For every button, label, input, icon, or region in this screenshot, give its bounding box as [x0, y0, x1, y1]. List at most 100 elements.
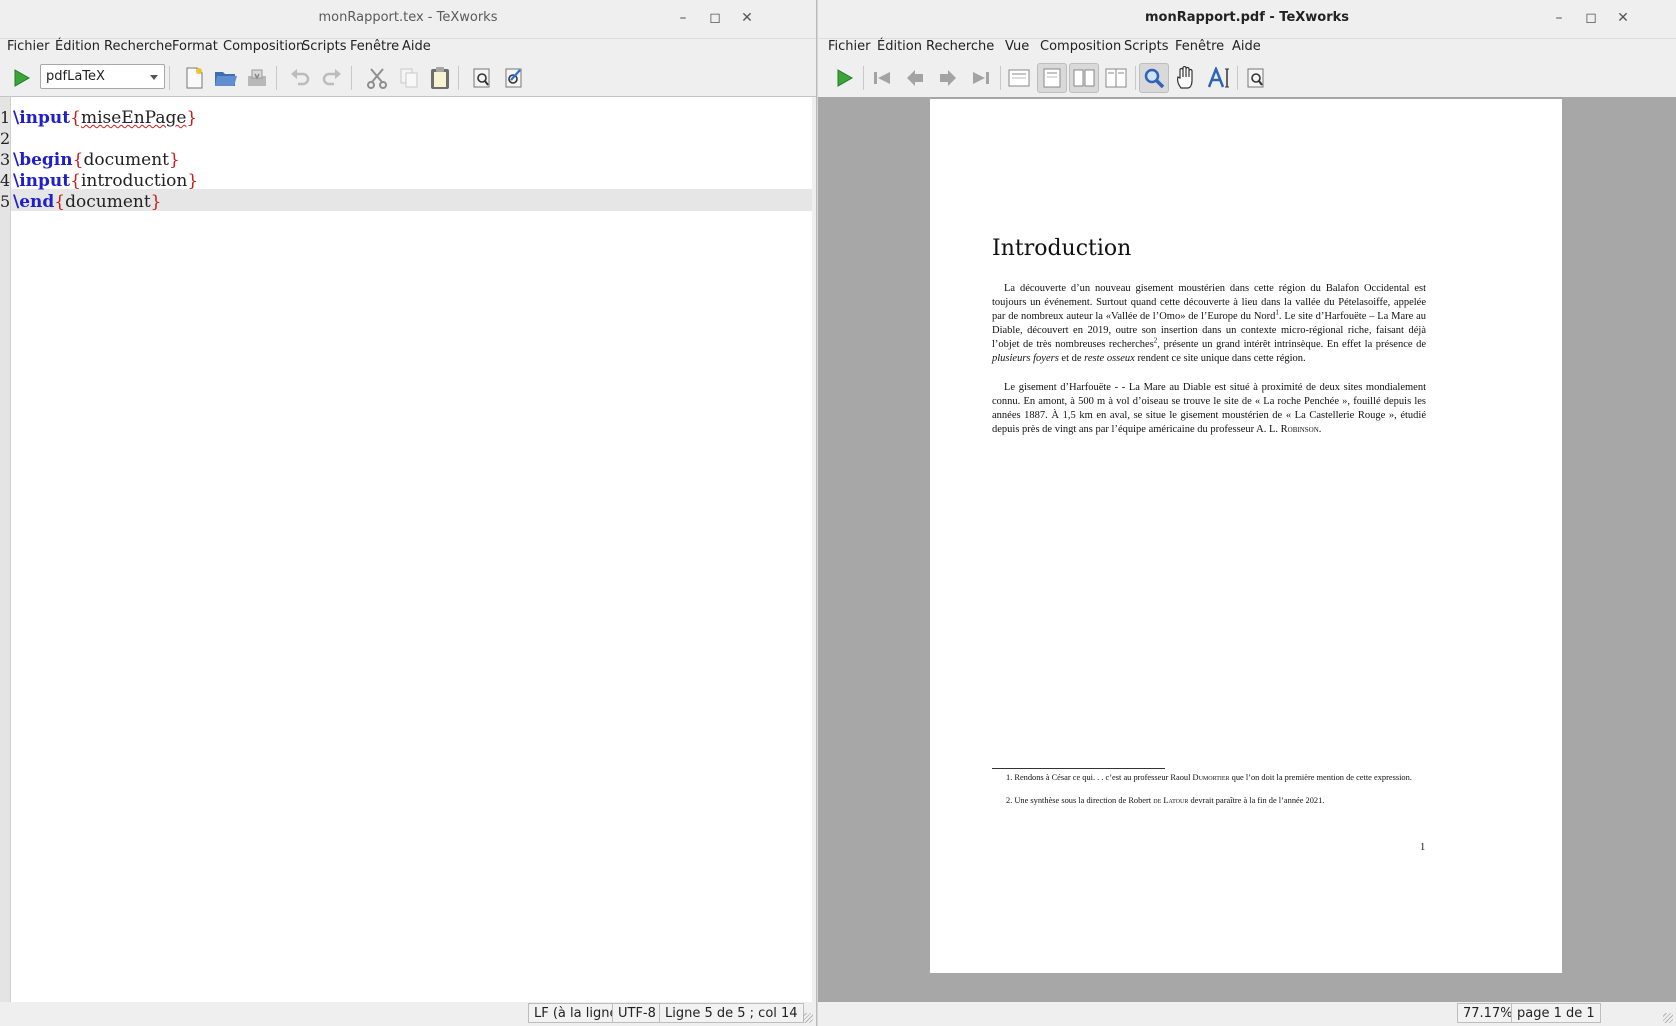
- menu-scripts[interactable]: Scripts: [302, 39, 346, 54]
- continuous-two-pages-icon[interactable]: [1101, 63, 1131, 93]
- page-indicator[interactable]: page 1 de 1: [1511, 1003, 1601, 1023]
- paste-icon[interactable]: [425, 63, 455, 93]
- last-page-icon[interactable]: [966, 63, 996, 93]
- command-argument: document: [65, 192, 151, 212]
- footnote-rule: [992, 768, 1165, 769]
- chevron-down-icon: [150, 75, 158, 80]
- menu-edition[interactable]: Édition: [877, 39, 922, 54]
- editor-menubar: Fichier Édition Recherche Format Composi…: [0, 38, 816, 58]
- resize-grip[interactable]: [803, 1013, 813, 1023]
- pdf-menubar: Fichier Édition Recherche Vue Compositio…: [818, 38, 1676, 58]
- next-page-icon[interactable]: [933, 63, 963, 93]
- brace: }: [169, 150, 180, 170]
- menu-fenetre[interactable]: Fenêtre: [1175, 39, 1224, 54]
- pdf-heading: Introduction: [992, 236, 1132, 261]
- latex-command: \input: [13, 171, 71, 191]
- engine-select-value: pdfLaTeX: [46, 69, 105, 84]
- close-icon[interactable]: ✕: [1612, 8, 1634, 28]
- engine-select[interactable]: pdfLaTeX: [40, 64, 165, 89]
- code-line[interactable]: 3 \begin{document}: [0, 149, 812, 171]
- pdf-statusbar: 77.17% page 1 de 1: [818, 1002, 1676, 1026]
- menu-format[interactable]: Format: [172, 39, 218, 54]
- text-select-tool-icon[interactable]: [1204, 63, 1234, 93]
- menu-recherche[interactable]: Recherche: [926, 39, 994, 54]
- footnote: 1. Rendons à César ce qui. . . c’est au …: [1006, 773, 1412, 782]
- latex-command: \input: [13, 108, 71, 128]
- brace: {: [70, 171, 81, 191]
- undo-icon[interactable]: [285, 63, 315, 93]
- typeset-icon[interactable]: [829, 63, 859, 93]
- close-icon[interactable]: ✕: [736, 8, 758, 28]
- menu-fichier[interactable]: Fichier: [828, 39, 871, 54]
- menu-fenetre[interactable]: Fenêtre: [350, 39, 399, 54]
- maximize-icon[interactable]: ◻: [704, 8, 726, 28]
- single-page-icon[interactable]: [1004, 63, 1034, 93]
- brace: {: [72, 150, 84, 170]
- code-line-current[interactable]: 5 \end{document}: [0, 191, 812, 213]
- command-argument: introduction: [80, 171, 188, 191]
- pdf-viewer[interactable]: Introduction La découverte d’un nouveau …: [818, 97, 1676, 1002]
- menu-aide[interactable]: Aide: [402, 39, 431, 54]
- page-number: 1: [1420, 842, 1426, 853]
- menu-vue[interactable]: Vue: [1005, 39, 1029, 54]
- editor-statusbar: LF (à la ligne) UTF-8 Ligne 5 de 5 ; col…: [0, 1002, 816, 1026]
- pdf-window: monRapport.pdf - TeXworks – ◻ ✕ Fichier …: [818, 0, 1676, 1026]
- latex-command: \begin: [13, 150, 73, 170]
- menu-composition[interactable]: Composition: [223, 39, 304, 54]
- typeset-icon[interactable]: [6, 63, 36, 93]
- menu-edition[interactable]: Édition: [55, 39, 100, 54]
- line-number: 2: [0, 129, 11, 148]
- cut-icon[interactable]: [362, 63, 392, 93]
- save-icon[interactable]: [242, 63, 272, 93]
- line-number: 4: [0, 171, 11, 190]
- hand-tool-icon[interactable]: [1171, 63, 1201, 93]
- maximize-icon[interactable]: ◻: [1580, 8, 1602, 28]
- first-page-icon[interactable]: [867, 63, 897, 93]
- brace: {: [54, 192, 66, 212]
- zoom-level[interactable]: 77.17%: [1457, 1003, 1519, 1023]
- copy-icon[interactable]: [394, 63, 424, 93]
- pdf-paragraph: La découverte d’un nouveau gisement mous…: [992, 283, 1426, 364]
- editor-titlebar: monRapport.tex - TeXworks – ◻ ✕: [0, 0, 816, 39]
- code-line[interactable]: 1 \input{miseEnPage}: [0, 107, 812, 129]
- two-pages-icon[interactable]: [1069, 63, 1099, 93]
- line-number-gutter: [0, 97, 11, 1003]
- pdf-paragraph: Le gisement d’Harfouëte - - La Mare au D…: [992, 382, 1426, 435]
- line-number: 1: [0, 108, 11, 127]
- editor-scrollbar[interactable]: [812, 97, 816, 1003]
- previous-page-icon[interactable]: [900, 63, 930, 93]
- encoding-indicator[interactable]: UTF-8: [612, 1003, 662, 1023]
- menu-scripts[interactable]: Scripts: [1124, 39, 1168, 54]
- replace-icon[interactable]: [499, 63, 529, 93]
- magnify-tool-icon[interactable]: [1139, 63, 1169, 93]
- brace: }: [186, 108, 198, 128]
- new-file-icon[interactable]: [179, 63, 209, 93]
- latex-command: \end: [13, 192, 55, 212]
- resize-grip[interactable]: [1663, 1013, 1673, 1023]
- footnote: 2. Une synthèse sous la direction de Rob…: [1006, 796, 1325, 805]
- minimize-icon[interactable]: –: [672, 8, 694, 28]
- continuous-page-icon[interactable]: [1037, 63, 1067, 93]
- find-icon[interactable]: [467, 63, 497, 93]
- find-icon[interactable]: [1241, 63, 1271, 93]
- menu-aide[interactable]: Aide: [1232, 39, 1261, 54]
- menu-fichier[interactable]: Fichier: [7, 39, 50, 54]
- code-editor[interactable]: 1 \input{miseEnPage} 2 3 \begin{document…: [0, 96, 816, 1003]
- command-argument: document: [83, 150, 170, 170]
- pdf-titlebar: monRapport.pdf - TeXworks – ◻ ✕: [818, 0, 1676, 39]
- code-line[interactable]: 2: [0, 128, 812, 150]
- brace: }: [150, 192, 162, 212]
- line-number: 3: [0, 150, 11, 169]
- redo-icon[interactable]: [317, 63, 347, 93]
- cursor-position[interactable]: Ligne 5 de 5 ; col 14: [659, 1003, 804, 1023]
- code-line[interactable]: 4 \input{introduction}: [0, 170, 812, 192]
- menu-recherche[interactable]: Recherche: [104, 39, 172, 54]
- command-argument: miseEnPage: [80, 108, 187, 128]
- pdf-page: Introduction La découverte d’un nouveau …: [930, 99, 1562, 973]
- pdf-toolbar: [818, 60, 1676, 96]
- editor-window: monRapport.tex - TeXworks – ◻ ✕ Fichier …: [0, 0, 817, 1026]
- minimize-icon[interactable]: –: [1548, 8, 1570, 28]
- open-folder-icon[interactable]: [211, 63, 241, 93]
- brace: {: [70, 108, 81, 128]
- menu-composition[interactable]: Composition: [1040, 39, 1121, 54]
